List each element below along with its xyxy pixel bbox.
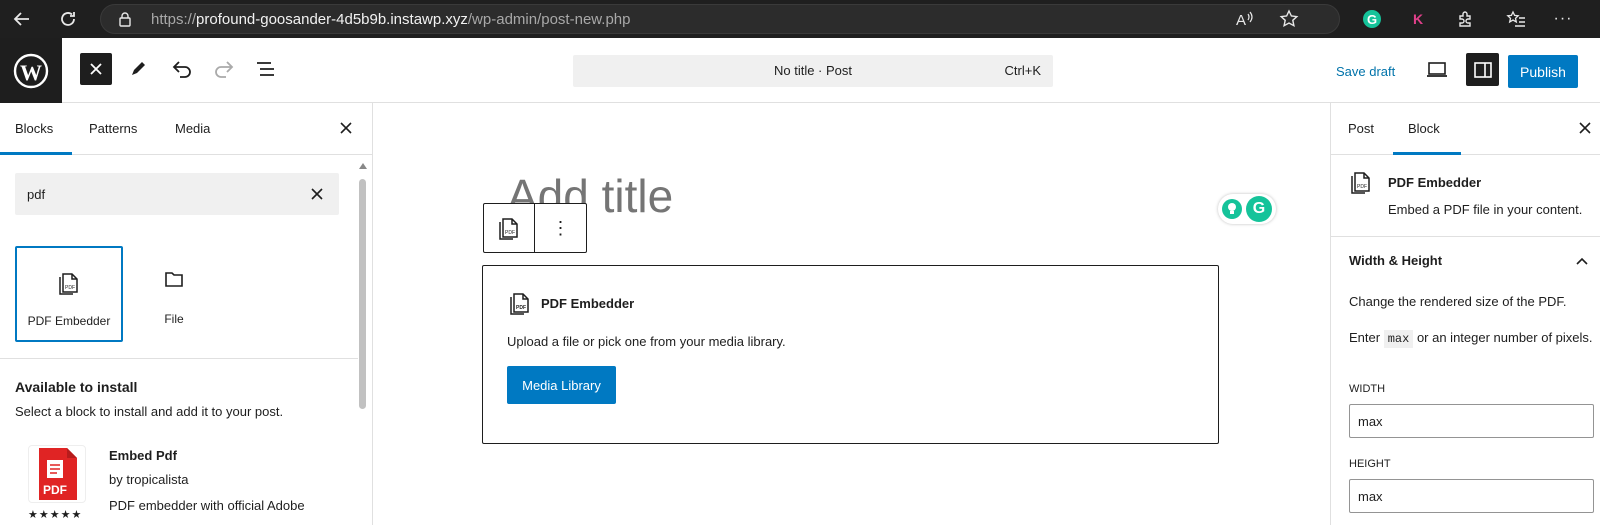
plugin-description: PDF embedder with official Adobe bbox=[109, 498, 305, 513]
svg-text:PDF: PDF bbox=[65, 285, 75, 291]
pdf-embedder-block[interactable]: PDF PDF Embedder Upload a file or pick o… bbox=[482, 265, 1219, 444]
width-height-help: Enter max or an integer number of pixels… bbox=[1349, 330, 1593, 348]
lightbulb-icon bbox=[1222, 199, 1242, 219]
tab-patterns[interactable]: Patterns bbox=[89, 121, 137, 136]
close-panel-icon[interactable] bbox=[336, 118, 356, 138]
save-draft-button[interactable]: Save draft bbox=[1336, 64, 1395, 79]
pdf-icon: PDF bbox=[1348, 169, 1374, 195]
grammarly-icon: G bbox=[1246, 196, 1272, 222]
chevron-up-icon[interactable] bbox=[1574, 253, 1590, 269]
read-aloud-icon[interactable]: A bbox=[1235, 9, 1255, 29]
block-toolbar: PDF ⋮ bbox=[483, 203, 587, 253]
svg-text:PDF: PDF bbox=[43, 483, 67, 497]
media-library-button[interactable]: Media Library bbox=[507, 366, 616, 404]
block-card-title: PDF Embedder bbox=[1388, 175, 1482, 190]
tab-media[interactable]: Media bbox=[175, 121, 210, 136]
extensions-puzzle-icon[interactable] bbox=[1456, 9, 1476, 29]
svg-text:PDF: PDF bbox=[505, 230, 515, 236]
sidebar-icon bbox=[1473, 61, 1492, 78]
section-divider bbox=[0, 358, 358, 359]
refresh-icon[interactable] bbox=[58, 9, 78, 29]
close-inserter-button[interactable] bbox=[80, 53, 112, 85]
pdf-block-description: Upload a file or pick one from your medi… bbox=[507, 334, 786, 349]
width-label: WIDTH bbox=[1349, 383, 1386, 395]
favorite-star-icon[interactable] bbox=[1279, 9, 1299, 29]
publish-button[interactable]: Publish bbox=[1508, 55, 1578, 88]
close-icon bbox=[90, 63, 102, 75]
close-sidebar-icon[interactable] bbox=[1575, 118, 1595, 138]
pencil-tools-icon[interactable] bbox=[126, 57, 150, 81]
active-tab-indicator bbox=[0, 152, 72, 155]
redo-icon[interactable] bbox=[212, 57, 236, 81]
svg-text:G: G bbox=[1367, 12, 1377, 27]
block-search-input[interactable]: pdf bbox=[15, 173, 339, 215]
scroll-thumb[interactable] bbox=[359, 179, 366, 409]
pdf-icon: PDF bbox=[499, 218, 518, 240]
block-card-description: Embed a PDF file in your content. bbox=[1388, 202, 1583, 217]
grammarly-widget[interactable]: G bbox=[1218, 194, 1276, 224]
pdf-icon: PDF bbox=[510, 293, 529, 315]
k-extension-icon[interactable]: K bbox=[1408, 9, 1428, 29]
editor-canvas: Add title G PDF ⋮ PDF PDF Embedder Uploa… bbox=[373, 103, 1330, 525]
code-max: max bbox=[1383, 330, 1414, 348]
block-item-label: File bbox=[164, 312, 184, 326]
height-label: HEIGHT bbox=[1349, 458, 1391, 470]
address-bar[interactable]: https://profound-goosander-4d5b9b.instaw… bbox=[100, 4, 1340, 34]
block-inserter-panel: Blocks Patterns Media pdf PDF PDF Embedd… bbox=[0, 103, 373, 525]
svg-text:A: A bbox=[1236, 12, 1246, 29]
grammarly-extension-icon[interactable]: G bbox=[1362, 9, 1382, 29]
block-item-label: PDF Embedder bbox=[27, 314, 111, 328]
svg-text:PDF: PDF bbox=[1357, 184, 1367, 190]
block-card: PDF PDF Embedder Embed a PDF file in you… bbox=[1331, 155, 1600, 237]
tab-post[interactable]: Post bbox=[1348, 121, 1374, 136]
scroll-up-arrow-icon[interactable] bbox=[359, 163, 367, 169]
wordpress-logo-icon[interactable]: W bbox=[0, 38, 62, 103]
inserter-tabs: Blocks Patterns Media bbox=[0, 103, 372, 155]
settings-sidebar-toggle[interactable] bbox=[1466, 53, 1499, 86]
width-height-description: Change the rendered size of the PDF. bbox=[1349, 294, 1567, 309]
plugin-author: by tropicalista bbox=[109, 472, 189, 487]
plugin-name[interactable]: Embed Pdf bbox=[109, 448, 177, 463]
keyboard-shortcut: Ctrl+K bbox=[1004, 63, 1041, 78]
url-text: https://profound-goosander-4d5b9b.instaw… bbox=[151, 11, 631, 28]
tab-block[interactable]: Block bbox=[1408, 121, 1440, 136]
height-input[interactable]: max bbox=[1349, 479, 1594, 513]
more-menu-icon[interactable]: ··· bbox=[1553, 9, 1573, 29]
favorites-list-icon[interactable] bbox=[1506, 9, 1526, 29]
svg-text:W: W bbox=[20, 60, 42, 85]
settings-sidebar: Post Block PDF PDF Embedder Embed a PDF … bbox=[1330, 103, 1600, 525]
folder-icon bbox=[120, 268, 228, 292]
svg-text:PDF: PDF bbox=[516, 305, 526, 311]
available-to-install-description: Select a block to install and add it to … bbox=[15, 404, 284, 419]
document-title: No title · Post bbox=[773, 63, 853, 78]
block-options-more-icon[interactable]: ⋮ bbox=[535, 204, 586, 252]
width-height-panel-toggle[interactable]: Width & Height bbox=[1349, 253, 1442, 268]
editor-header: W No title · Post Ctrl+K Save draft Publ… bbox=[0, 38, 1600, 103]
available-to-install-heading: Available to install bbox=[15, 379, 138, 395]
pdf-block-header: PDF PDF Embedder bbox=[507, 290, 634, 316]
pdf-block-title: PDF Embedder bbox=[541, 295, 635, 311]
plugin-rating-stars: ★★★★★ bbox=[28, 509, 83, 521]
browser-toolbar: https://profound-goosander-4d5b9b.instaw… bbox=[0, 0, 1600, 38]
clear-search-icon[interactable] bbox=[307, 184, 327, 204]
plugin-pdf-icon[interactable]: PDF bbox=[28, 445, 86, 503]
search-value: pdf bbox=[27, 187, 46, 202]
panel-scrollbar[interactable] bbox=[357, 163, 369, 525]
tab-blocks[interactable]: Blocks bbox=[15, 121, 53, 136]
preview-laptop-icon[interactable] bbox=[1424, 57, 1450, 83]
sidebar-tabs: Post Block bbox=[1331, 103, 1600, 155]
block-type-button[interactable]: PDF bbox=[484, 204, 535, 252]
command-palette-bar[interactable]: No title · Post Ctrl+K bbox=[573, 55, 1053, 87]
block-item-file[interactable]: File bbox=[120, 246, 228, 342]
back-icon[interactable] bbox=[12, 9, 32, 29]
undo-icon[interactable] bbox=[170, 57, 194, 81]
block-item-pdf-embedder[interactable]: PDF PDF Embedder bbox=[15, 246, 123, 342]
pdf-icon: PDF bbox=[17, 270, 121, 295]
width-input[interactable]: max bbox=[1349, 404, 1594, 438]
document-overview-icon[interactable] bbox=[254, 57, 278, 81]
lock-icon bbox=[117, 11, 133, 27]
